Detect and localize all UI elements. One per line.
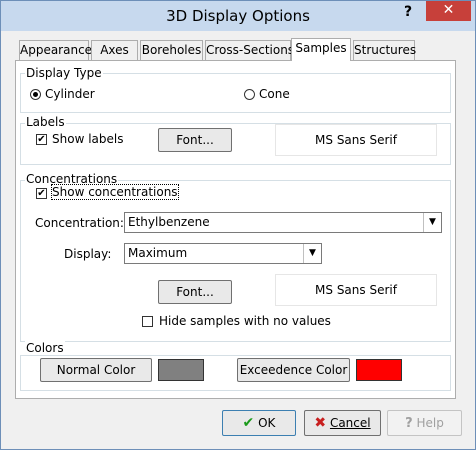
hide-samples-label[interactable]: Hide samples with no values xyxy=(159,314,331,328)
normal-color-button[interactable]: Normal Color xyxy=(40,358,152,382)
help-label: Help xyxy=(416,416,444,430)
dialog-window: 3D Display Options ? ✕ Appearance Axes B… xyxy=(0,0,476,450)
display-label: Display: xyxy=(64,247,112,261)
cancel-button[interactable]: ✖ Cancel xyxy=(304,410,381,436)
tab-cross-sections[interactable]: Cross-Sections xyxy=(205,40,294,60)
ok-button[interactable]: ✔ OK xyxy=(222,410,296,436)
concentrations-heading: Concentrations xyxy=(25,172,119,186)
labels-font-button[interactable]: Font... xyxy=(158,128,232,152)
exceedence-color-swatch[interactable] xyxy=(356,359,402,381)
tab-appearance[interactable]: Appearance xyxy=(19,40,92,60)
help-button[interactable]: ? Help xyxy=(387,410,462,436)
cylinder-label[interactable]: Cylinder xyxy=(45,87,95,101)
ok-label: OK xyxy=(258,416,276,430)
concentrations-font-preview: MS Sans Serif xyxy=(275,274,437,306)
chevron-down-icon[interactable]: ▼ xyxy=(423,213,441,232)
title-bar: 3D Display Options ? ✕ xyxy=(1,1,475,31)
cancel-x-icon: ✖ xyxy=(314,415,327,431)
colors-heading: Colors xyxy=(25,341,65,355)
help-icon[interactable]: ? xyxy=(404,4,412,20)
hide-samples-checkbox[interactable] xyxy=(142,316,153,327)
cone-radio[interactable] xyxy=(244,89,255,100)
concentration-select[interactable]: Ethylbenzene ▼ xyxy=(124,212,442,233)
normal-color-swatch[interactable] xyxy=(158,359,204,381)
display-value: Maximum xyxy=(128,246,188,260)
tab-axes[interactable]: Axes xyxy=(91,40,138,60)
show-labels-label[interactable]: Show labels xyxy=(52,132,123,146)
help-question-icon: ? xyxy=(405,416,413,431)
labels-heading: Labels xyxy=(25,115,66,129)
concentration-value: Ethylbenzene xyxy=(128,215,210,229)
tab-samples[interactable]: Samples xyxy=(291,38,351,61)
cone-label[interactable]: Cone xyxy=(259,87,290,101)
show-labels-checkbox[interactable]: ✔ xyxy=(36,134,47,145)
concentrations-font-button[interactable]: Font... xyxy=(158,280,232,304)
cylinder-radio[interactable] xyxy=(30,89,41,100)
close-button[interactable]: ✕ xyxy=(426,1,471,21)
chevron-down-icon[interactable]: ▼ xyxy=(303,244,321,263)
tab-boreholes[interactable]: Boreholes xyxy=(140,40,203,60)
cancel-label: Cancel xyxy=(329,416,371,430)
show-concentrations-checkbox[interactable]: ✔ xyxy=(36,188,47,199)
concentration-label: Concentration: xyxy=(35,216,124,230)
checkmark-icon: ✔ xyxy=(242,415,255,431)
display-type-heading: Display Type xyxy=(25,66,103,80)
tab-structures[interactable]: Structures xyxy=(353,40,416,60)
exceedence-color-button[interactable]: Exceedence Color xyxy=(237,358,350,382)
samples-panel: Display Type Cylinder Cone Labels ✔ Show… xyxy=(15,60,456,399)
show-concentrations-label[interactable]: Show concentrations xyxy=(51,184,179,200)
display-select[interactable]: Maximum ▼ xyxy=(124,243,322,264)
labels-font-preview: MS Sans Serif xyxy=(275,124,437,156)
